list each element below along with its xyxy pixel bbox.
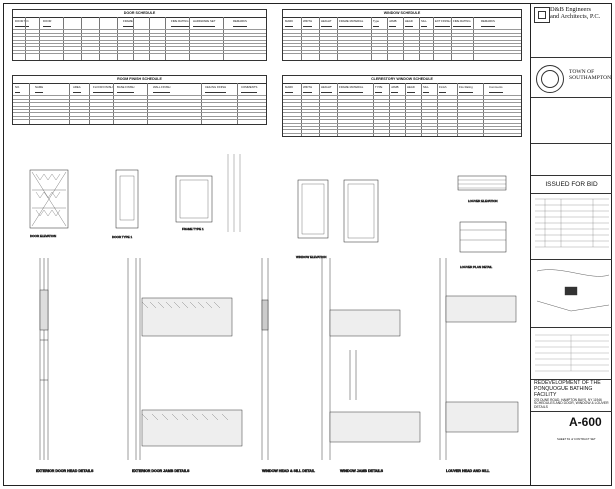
project-title: REDEVELOPMENT OF THE PONQUOGUE BATHING F… (534, 380, 612, 402)
schedule-row (283, 50, 521, 55)
client-line2: SOUTHAMPTON (569, 75, 612, 82)
room-finish-schedule: ROOM FINISH SCHEDULE NO. NAME AREA FLOOR… (12, 75, 267, 125)
door-schedule: DOOR SCHEDULE DOOR NO. DOOR FRAME FIRE R… (12, 9, 267, 61)
project-title-line2: PONQUOGUE BATHING FACILITY (534, 385, 593, 398)
sheet-number: A-600 (569, 415, 602, 429)
drawing-title: SCHEDULES AND DOOR, WINDOW & LOUVER DETA… (534, 401, 609, 409)
firm-logo-icon (534, 7, 550, 23)
sheet-of: SHEET 81 of CONTRACT SET (557, 437, 596, 441)
issued-for-bid: ISSUED FOR BID (545, 181, 598, 188)
door-type-caption: DOOR TYPE 1 (112, 235, 132, 239)
door-elevation-caption: DOOR ELEVATION (30, 234, 56, 238)
firm-line2: and Architects, P.C. (550, 13, 601, 20)
ext-door-jamb-caption: EXTERIOR DOOR JAMB DETAILS (132, 469, 190, 473)
schedule-row (283, 129, 521, 134)
detail-drawings: DOOR ELEVATION DOOR TYPE 1 FRAME TYPE 1 … (29, 154, 519, 473)
window-head-sill-caption: WINDOW HEAD & SILL DETAIL (262, 469, 316, 473)
drawing-sheet: DOOR SCHEDULE DOOR NO. DOOR FRAME FIRE R… (0, 0, 615, 489)
ext-door-head-caption: EXTERIOR DOOR HEAD DETAILS (36, 469, 94, 473)
firm-line1: D&B Engineers (550, 6, 591, 13)
window-schedule: WINDOW SCHEDULE MARK WIDTH HEIGHT FRAME … (282, 9, 522, 61)
schedule-row (13, 50, 266, 55)
louver-elevation-caption: LOUVER ELEVATION (468, 199, 498, 203)
schedule-row (13, 116, 266, 121)
room-finish-title: ROOM FINISH SCHEDULE (13, 76, 266, 84)
key-plan-icon (536, 269, 610, 312)
clerestory-schedule: CLERESTORY WINDOW SCHEDULE MARK WIDTH HE… (282, 75, 522, 137)
window-jamb-caption: WINDOW JAMB DETAILS (340, 469, 384, 473)
project-info-grid (535, 334, 609, 372)
client-name: TOWN OF SOUTHAMPTON (569, 69, 611, 82)
town-seal-icon (536, 65, 564, 93)
title-block: D&B Engineers and Architects, P.C. TOWN … (530, 3, 612, 486)
firm-name: D&B Engineers and Architects, P.C. (550, 6, 600, 20)
revision-grid (535, 198, 609, 248)
door-elevation-drawing: DOOR ELEVATION (29, 169, 69, 238)
louver-plan-caption: LOUVER PLAN DETAIL (460, 265, 492, 269)
frame-type-caption: FRAME TYPE 1 (182, 227, 204, 231)
louver-head-sill-caption: LOUVER HEAD AND SILL (446, 469, 490, 473)
